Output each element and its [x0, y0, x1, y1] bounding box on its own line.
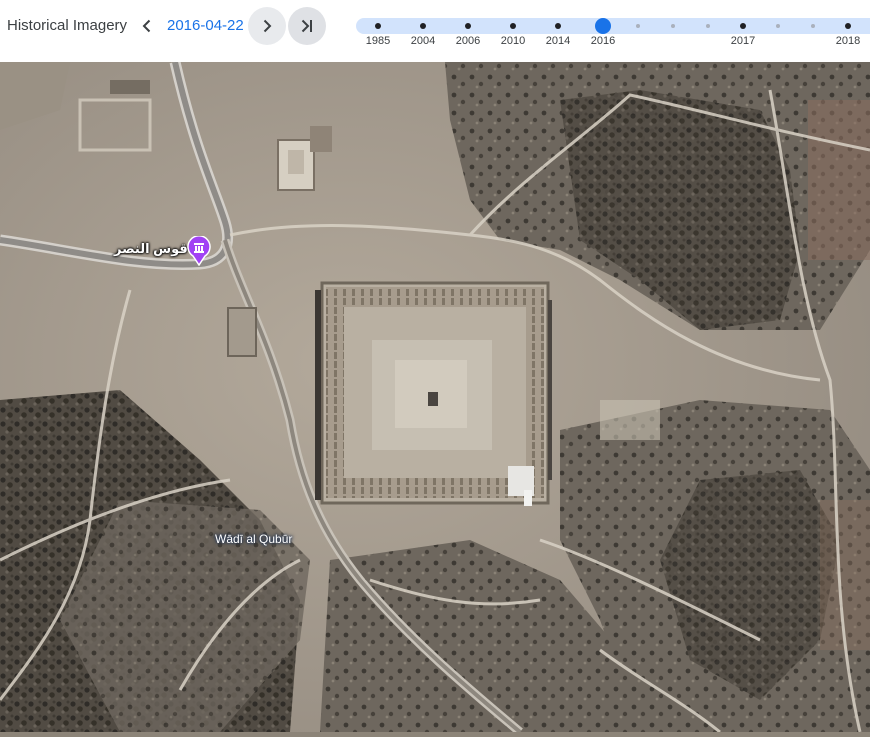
timeline-point[interactable]: [420, 23, 426, 29]
toolbar-title: Historical Imagery: [7, 17, 128, 34]
satellite-map[interactable]: قوس النصر Wādī al Qubūr: [0, 60, 870, 736]
historical-imagery-toolbar: Historical Imagery 2016-04-22 1985 2004: [0, 0, 870, 62]
timeline-year-label: 2018: [835, 35, 861, 47]
landmark-pin-icon[interactable]: [187, 236, 211, 266]
chevron-right-icon: [263, 19, 272, 33]
timeline-point[interactable]: [740, 23, 746, 29]
chevron-left-icon: [142, 19, 151, 33]
timeline-point[interactable]: [811, 24, 815, 28]
area-label: Wādī al Qubūr: [215, 532, 293, 546]
poi-label[interactable]: قوس النصر: [114, 241, 188, 257]
timeline-point[interactable]: [671, 24, 675, 28]
timeline-point[interactable]: [776, 24, 780, 28]
skip-to-latest-icon: [301, 19, 312, 33]
timeline-point[interactable]: [510, 23, 516, 29]
timeline-slider[interactable]: [356, 18, 870, 34]
next-date-button[interactable]: [248, 7, 286, 45]
timeline-year-label: 2014: [545, 35, 571, 47]
timeline-point[interactable]: [555, 23, 561, 29]
timeline-year-label: 2017: [730, 35, 756, 47]
satellite-imagery: [0, 60, 870, 736]
previous-date-button[interactable]: [128, 7, 166, 45]
timeline-year-label: 2004: [410, 35, 436, 47]
current-date-label: 2016-04-22: [167, 17, 244, 34]
timeline-point[interactable]: [845, 23, 851, 29]
timeline-year-label: 2006: [455, 35, 481, 47]
timeline-point[interactable]: [706, 24, 710, 28]
timeline-year-label: 2016: [590, 35, 616, 47]
timeline-selected-point[interactable]: [595, 18, 611, 34]
timeline-point[interactable]: [465, 23, 471, 29]
timeline-point[interactable]: [636, 24, 640, 28]
timeline-year-label: 2010: [500, 35, 526, 47]
timeline-year-label: 1985: [365, 35, 391, 47]
latest-date-button[interactable]: [288, 7, 326, 45]
timeline-point[interactable]: [375, 23, 381, 29]
